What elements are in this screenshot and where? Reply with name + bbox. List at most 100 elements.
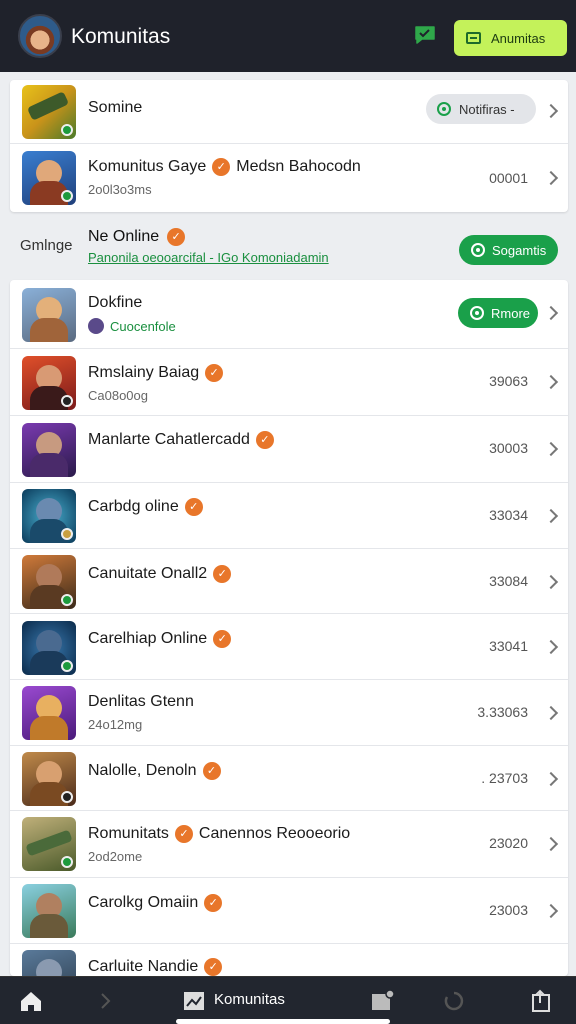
chat-icon[interactable] <box>413 24 437 46</box>
list-item[interactable]: Denlitas Gtenn 24o12mg 3.33063 <box>10 680 568 746</box>
game-name: Somine <box>88 99 143 116</box>
game-subtitle: Ca08o0og <box>88 388 148 403</box>
game-thumb-icon <box>22 423 76 477</box>
chevron-right-icon <box>543 374 559 390</box>
chevron-right-icon <box>543 441 559 457</box>
game-name: Rmslainy Baiag ✓ <box>88 364 224 382</box>
member-count: 33034 <box>489 507 528 523</box>
game-name: Manlarte Cahatlercadd ✓ <box>88 431 274 449</box>
more-button[interactable]: Rmore <box>458 298 538 328</box>
community-icon <box>466 32 481 44</box>
member-count: . 23703 <box>481 770 528 786</box>
chevron-right-icon <box>543 836 559 852</box>
member-count: 23003 <box>489 902 528 918</box>
nav-active-label[interactable]: Komunitas <box>214 991 285 1008</box>
member-count: 39063 <box>489 373 528 389</box>
chevron-right-icon <box>543 574 559 590</box>
verified-icon: ✓ <box>213 565 232 583</box>
game-subtitle: 2o0l3o3ms <box>88 182 152 197</box>
refresh-icon[interactable] <box>442 989 466 1013</box>
game-thumb-icon <box>22 621 76 675</box>
list-item[interactable]: Rmslainy Baiag ✓ Ca08o0og 39063 <box>10 349 568 416</box>
game-thumb-icon <box>22 288 76 342</box>
game-name: Komunitus Gaye ✓ Medsn Bahocodn <box>88 158 361 176</box>
member-count: 3.33063 <box>477 704 528 720</box>
join-button[interactable]: Sogamtis <box>459 235 558 265</box>
chevron-right-icon <box>543 705 559 721</box>
chevron-right-icon <box>543 305 559 321</box>
share-icon[interactable] <box>530 989 554 1013</box>
community-button[interactable]: Anumitas <box>454 20 567 56</box>
chevron-right-icon <box>543 170 559 186</box>
chevron-right-icon <box>543 639 559 655</box>
home-icon[interactable] <box>18 989 44 1013</box>
bottom-nav: Komunitas <box>0 976 576 1024</box>
section-title: Ne Online ✓ <box>88 228 186 246</box>
verified-icon: ✓ <box>167 228 186 246</box>
list-item[interactable]: Komunitus Gaye ✓ Medsn Bahocodn 2o0l3o3ms … <box>10 144 568 212</box>
community-icon[interactable] <box>182 989 206 1013</box>
chevron-right-icon <box>543 508 559 524</box>
section-link[interactable]: Panonila oeooarcifal - IGo Komoniadamin <box>88 250 329 265</box>
top-list-card: Somine Notifiras - Komunitus Gaye ✓ Medsn … <box>10 80 568 212</box>
notification-button[interactable]: Notifiras - <box>426 94 536 124</box>
verified-icon: ✓ <box>205 364 224 382</box>
list-item[interactable]: Canuitate Onall2 ✓ 33084 <box>10 549 568 614</box>
list-item[interactable]: Dokfine Cuocenfole Rmore <box>10 280 568 349</box>
more-icon <box>470 306 484 320</box>
member-count: 33084 <box>489 573 528 589</box>
join-icon <box>471 243 485 257</box>
game-name: Carelhiap Online ✓ <box>88 630 232 648</box>
game-name: Carbdg oline ✓ <box>88 498 203 516</box>
game-list-card: Dokfine Cuocenfole Rmore Rmslainy Baiag ✓… <box>10 280 568 976</box>
game-name: Dokfine <box>88 294 143 311</box>
game-name: Denlitas Gtenn <box>88 693 194 710</box>
member-count: 00001 <box>489 170 528 186</box>
member-count: 33041 <box>489 638 528 654</box>
game-thumb-icon <box>22 555 76 609</box>
page-title: Komunitas <box>71 25 171 48</box>
chevron-right-icon <box>543 771 559 787</box>
list-item[interactable]: Carluite Nandie ✓ <box>10 944 568 976</box>
home-indicator <box>176 1019 390 1024</box>
list-item[interactable]: Carolkg Omaiin ✓ 23003 <box>10 878 568 944</box>
game-thumb-icon <box>22 356 76 410</box>
notes-icon[interactable] <box>370 989 396 1013</box>
section-label: Gmlnge <box>20 237 73 254</box>
game-name: Nalolle, Denoln ✓ <box>88 762 221 780</box>
chevron-right-icon[interactable] <box>98 989 114 1013</box>
game-thumb-icon <box>22 752 76 806</box>
game-subtitle: 2od2ome <box>88 849 143 864</box>
game-subtitle: 24o12mg <box>88 717 143 732</box>
verified-icon: ✓ <box>202 762 221 780</box>
verified-icon: ✓ <box>174 825 193 843</box>
list-item[interactable]: Somine Notifiras - <box>10 80 568 144</box>
game-name: Romunitats ✓ Canennos Reooeorio <box>88 825 351 843</box>
list-item[interactable]: Carbdg oline ✓ 33034 <box>10 483 568 549</box>
game-thumb-icon <box>22 817 76 871</box>
member-count: 23020 <box>489 835 528 851</box>
online-section-header: Gmlnge Ne Online ✓ Panonila oeooarcifal -… <box>0 212 576 280</box>
game-thumb-icon <box>22 489 76 543</box>
game-subtitle: Cuocenfole <box>88 318 176 334</box>
game-name: Carluite Nandie ✓ <box>88 958 223 976</box>
verified-icon: ✓ <box>212 158 231 176</box>
game-thumb-icon <box>22 950 76 976</box>
game-thumb-icon <box>22 686 76 740</box>
chevron-right-icon <box>543 103 559 119</box>
verified-icon: ✓ <box>213 630 232 648</box>
list-item[interactable]: Carelhiap Online ✓ 33041 <box>10 614 568 680</box>
verified-icon: ✓ <box>184 498 203 516</box>
member-count: 30003 <box>489 440 528 456</box>
list-item[interactable]: Nalolle, Denoln ✓ . 23703 <box>10 746 568 811</box>
avatar[interactable] <box>18 14 62 58</box>
verified-icon: ✓ <box>255 431 274 449</box>
game-name: Canuitate Onall2 ✓ <box>88 565 232 583</box>
list-item[interactable]: Romunitats ✓ Canennos Reooeorio 2od2ome 23… <box>10 811 568 878</box>
small-avatar <box>88 318 104 334</box>
list-item[interactable]: Manlarte Cahatlercadd ✓ 30003 <box>10 416 568 483</box>
top-bar: Komunitas Anumitas <box>0 0 576 72</box>
verified-icon: ✓ <box>204 958 223 976</box>
game-thumb-icon <box>22 151 76 205</box>
game-thumb-icon <box>22 884 76 938</box>
